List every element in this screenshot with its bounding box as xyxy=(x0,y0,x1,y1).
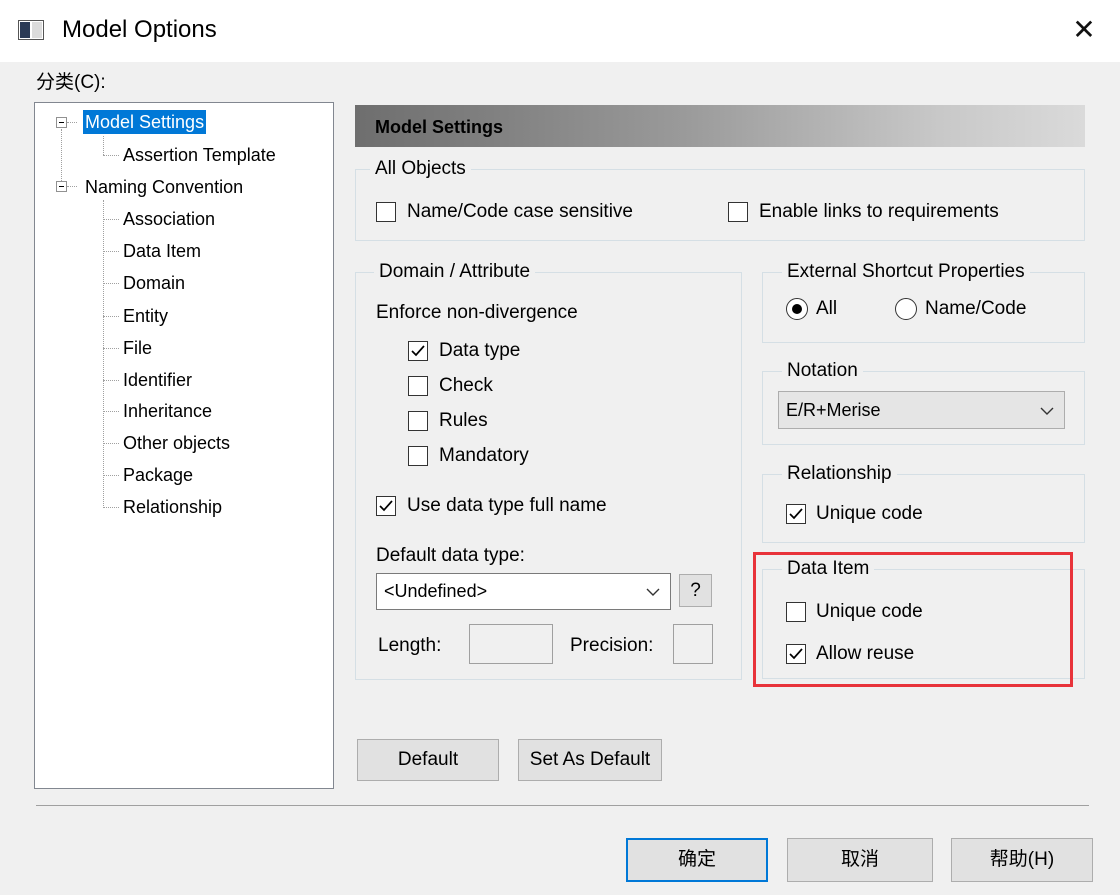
help-button[interactable]: 帮助(H) xyxy=(951,838,1093,882)
tree-connector xyxy=(103,283,119,284)
rules-label: Rules xyxy=(439,410,488,431)
tree-item-domain[interactable]: Domain xyxy=(121,271,187,295)
notation-combo[interactable]: E/R+Merise xyxy=(778,391,1065,429)
default-type-label: Default data type: xyxy=(376,545,525,566)
shortcut-all-label: All xyxy=(816,298,838,319)
cancel-button[interactable]: 取消 xyxy=(787,838,933,882)
tree-connector xyxy=(61,129,62,187)
data-type-checkbox[interactable] xyxy=(408,341,428,361)
enable-links-label: Enable links to requirements xyxy=(759,201,999,222)
chevron-down-icon xyxy=(1040,407,1054,415)
highlight-box xyxy=(753,552,1073,687)
tree-item-entity[interactable]: Entity xyxy=(121,304,170,328)
tree-item-relationship[interactable]: Relationship xyxy=(121,495,224,519)
tree-item-naming-convention[interactable]: Naming Convention xyxy=(83,175,245,199)
mandatory-checkbox[interactable] xyxy=(408,446,428,466)
section-title: Model Settings xyxy=(375,117,504,137)
tree-connector xyxy=(103,219,119,220)
external-shortcut-title: External Shortcut Properties xyxy=(782,260,1030,284)
length-field[interactable] xyxy=(469,624,553,664)
domain-attribute-group xyxy=(355,272,742,680)
relationship-title: Relationship xyxy=(782,462,897,486)
tree-item-inheritance[interactable]: Inheritance xyxy=(121,399,214,423)
tree-item-association[interactable]: Association xyxy=(121,207,217,231)
collapse-icon[interactable] xyxy=(56,181,67,192)
help-type-button[interactable]: ? xyxy=(679,574,712,607)
notation-value: E/R+Merise xyxy=(786,400,881,420)
tree-connector xyxy=(103,443,119,444)
tree-item-identifier[interactable]: Identifier xyxy=(121,368,194,392)
precision-label: Precision: xyxy=(570,635,654,656)
separator xyxy=(36,805,1089,806)
tree-connector xyxy=(103,411,119,412)
default-button[interactable]: Default xyxy=(357,739,499,781)
domain-attribute-title: Domain / Attribute xyxy=(374,260,536,284)
enable-links-checkbox[interactable] xyxy=(728,202,748,222)
tree-connector xyxy=(103,507,119,508)
enforce-label: Enforce non-divergence xyxy=(376,302,578,323)
category-label: 分类(C): xyxy=(36,72,106,93)
tree-connector xyxy=(103,316,119,317)
tree-connector xyxy=(103,348,119,349)
check-label: Check xyxy=(439,375,493,396)
tree-connector xyxy=(67,186,77,187)
tree-item-assertion-template[interactable]: Assertion Template xyxy=(121,143,278,167)
tree-connector xyxy=(103,155,119,156)
tree-connector xyxy=(103,136,104,155)
mandatory-label: Mandatory xyxy=(439,445,529,466)
full-name-label: Use data type full name xyxy=(407,495,607,516)
tree-connector xyxy=(103,475,119,476)
rules-checkbox[interactable] xyxy=(408,411,428,431)
close-icon[interactable]: ✕ xyxy=(1060,10,1108,50)
tree-item-package[interactable]: Package xyxy=(121,463,195,487)
window-app-icon xyxy=(18,20,44,40)
tree-connector xyxy=(103,380,119,381)
relationship-unique-code-label: Unique code xyxy=(816,503,923,524)
data-type-label: Data type xyxy=(439,340,521,361)
case-sensitive-label: Name/Code case sensitive xyxy=(407,201,633,222)
tree-connector xyxy=(67,122,77,123)
tree-connector xyxy=(103,251,119,252)
chevron-down-icon xyxy=(646,588,660,596)
tree-item-data-item[interactable]: Data Item xyxy=(121,239,203,263)
collapse-icon[interactable] xyxy=(56,117,67,128)
shortcut-all-radio[interactable] xyxy=(786,298,808,320)
notation-title: Notation xyxy=(782,359,863,383)
shortcut-name-code-radio[interactable] xyxy=(895,298,917,320)
category-tree[interactable]: Model Settings Assertion Template Naming… xyxy=(34,102,334,789)
all-objects-title: All Objects xyxy=(370,157,471,181)
relationship-unique-code-checkbox[interactable] xyxy=(786,504,806,524)
default-type-combo[interactable]: <Undefined> xyxy=(376,573,671,610)
tree-item-file[interactable]: File xyxy=(121,336,154,360)
tree-connector xyxy=(103,200,104,508)
shortcut-name-code-label: Name/Code xyxy=(925,298,1027,319)
tree-item-model-settings[interactable]: Model Settings xyxy=(83,110,207,134)
window-title: Model Options xyxy=(62,16,217,43)
ok-button[interactable]: 确定 xyxy=(626,838,768,882)
precision-field[interactable] xyxy=(673,624,713,664)
set-as-default-button[interactable]: Set As Default xyxy=(518,739,662,781)
full-name-checkbox[interactable] xyxy=(376,496,396,516)
case-sensitive-checkbox[interactable] xyxy=(376,202,396,222)
length-label: Length: xyxy=(378,635,442,656)
check-checkbox[interactable] xyxy=(408,376,428,396)
default-type-value: <Undefined> xyxy=(384,581,488,601)
tree-item-other-objects[interactable]: Other objects xyxy=(121,431,232,455)
